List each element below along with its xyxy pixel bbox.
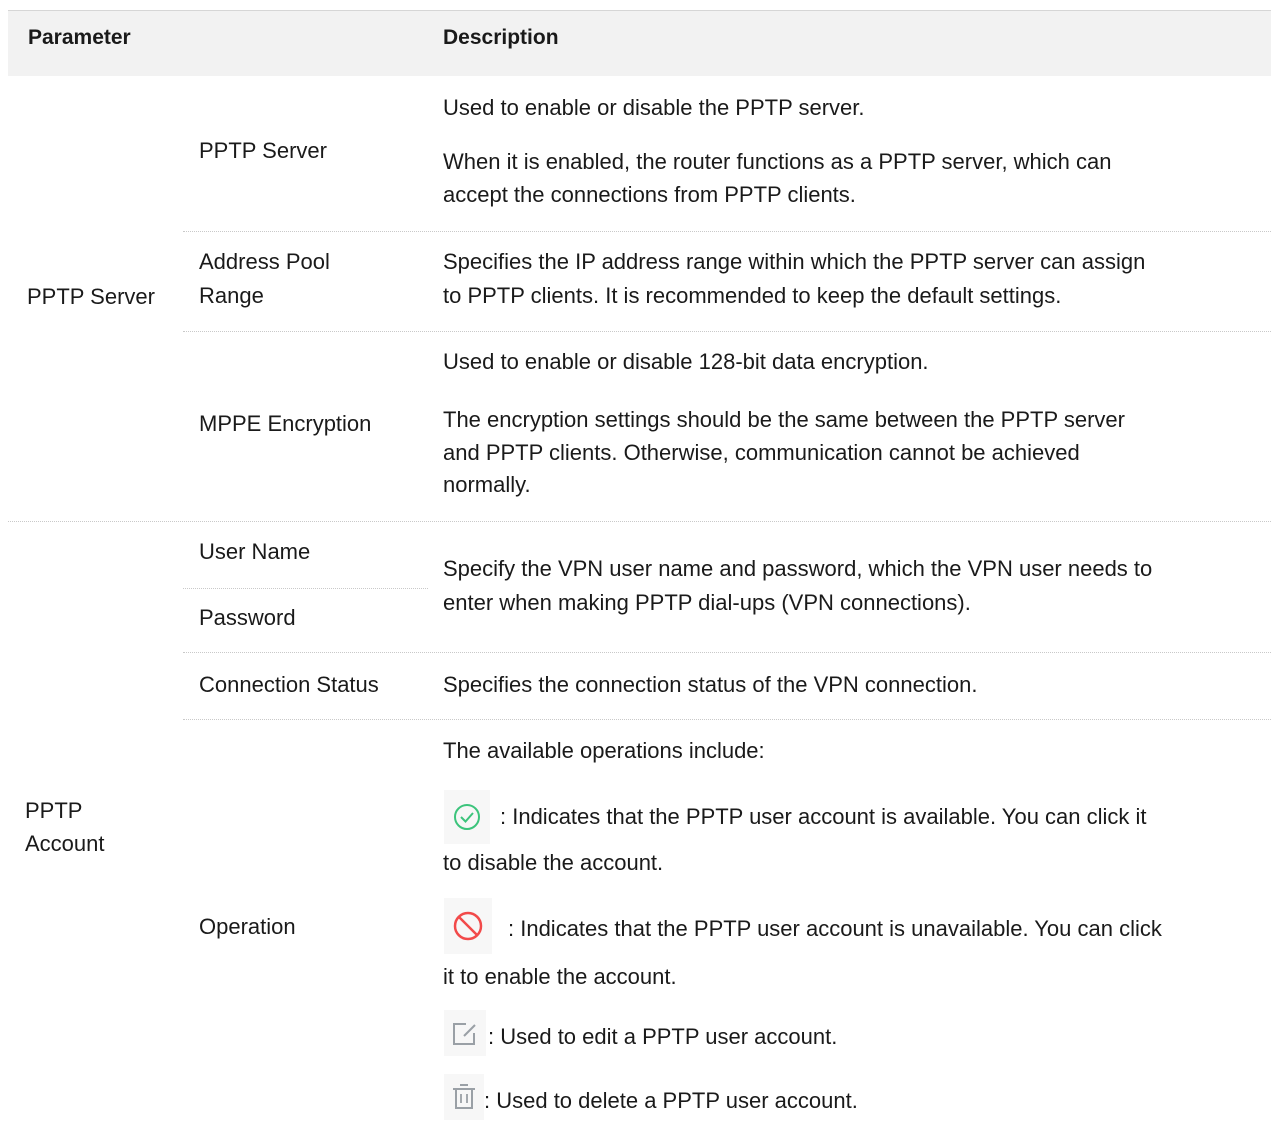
desc-line: it to enable the account. bbox=[443, 964, 677, 989]
header-description: Description bbox=[443, 26, 559, 49]
table-header bbox=[8, 10, 1271, 76]
row-divider bbox=[183, 719, 1271, 720]
desc-line: and PPTP clients. Otherwise, communicati… bbox=[443, 440, 1080, 465]
param-connection-status: Connection Status bbox=[199, 672, 379, 697]
group-pptp-server: PPTP Server bbox=[27, 284, 155, 309]
desc-line: : Indicates that the PPTP user account i… bbox=[500, 804, 1147, 829]
desc-line: Specifies the IP address range within wh… bbox=[443, 249, 1146, 274]
param-password: Password bbox=[199, 605, 296, 630]
desc-line: When it is enabled, the router functions… bbox=[443, 149, 1112, 174]
desc-line: to disable the account. bbox=[443, 850, 664, 875]
desc-line: Used to enable or disable the PPTP serve… bbox=[443, 95, 865, 120]
param-mppe-encryption: MPPE Encryption bbox=[199, 411, 372, 436]
group-pptp-account: Account bbox=[25, 831, 105, 856]
trash-icon bbox=[444, 1074, 484, 1120]
edit-icon bbox=[444, 1010, 486, 1056]
param-address-pool: Address Pool bbox=[199, 249, 330, 274]
desc-line: Used to enable or disable 128-bit data e… bbox=[443, 349, 929, 374]
group-divider bbox=[8, 521, 1271, 522]
desc-line: The available operations include: bbox=[443, 738, 765, 763]
desc-line: : Indicates that the PPTP user account i… bbox=[508, 916, 1162, 941]
desc-line: normally. bbox=[443, 472, 531, 497]
desc-line: accept the connections from PPTP clients… bbox=[443, 182, 856, 207]
check-circle-icon bbox=[444, 790, 490, 844]
row-divider bbox=[183, 588, 428, 589]
param-user-name: User Name bbox=[199, 539, 311, 564]
row-divider bbox=[183, 331, 1271, 332]
desc-line: Specify the VPN user name and password, … bbox=[443, 556, 1153, 581]
desc-line: enter when making PPTP dial-ups (VPN con… bbox=[443, 590, 971, 615]
header-parameter: Parameter bbox=[28, 26, 131, 49]
param-operation: Operation bbox=[199, 914, 296, 939]
desc-line: : Used to edit a PPTP user account. bbox=[488, 1024, 838, 1049]
param-address-pool: Range bbox=[199, 283, 264, 308]
row-divider bbox=[183, 231, 1271, 232]
desc-line: to PPTP clients. It is recommended to ke… bbox=[443, 283, 1062, 308]
row-divider bbox=[183, 652, 1271, 653]
prohibited-icon bbox=[444, 898, 492, 954]
desc-line: Specifies the connection status of the V… bbox=[443, 672, 978, 697]
desc-line: : Used to delete a PPTP user account. bbox=[484, 1088, 858, 1113]
desc-line: The encryption settings should be the sa… bbox=[443, 407, 1125, 432]
group-pptp-account: PPTP bbox=[25, 798, 83, 823]
param-pptp-server: PPTP Server bbox=[199, 138, 327, 163]
